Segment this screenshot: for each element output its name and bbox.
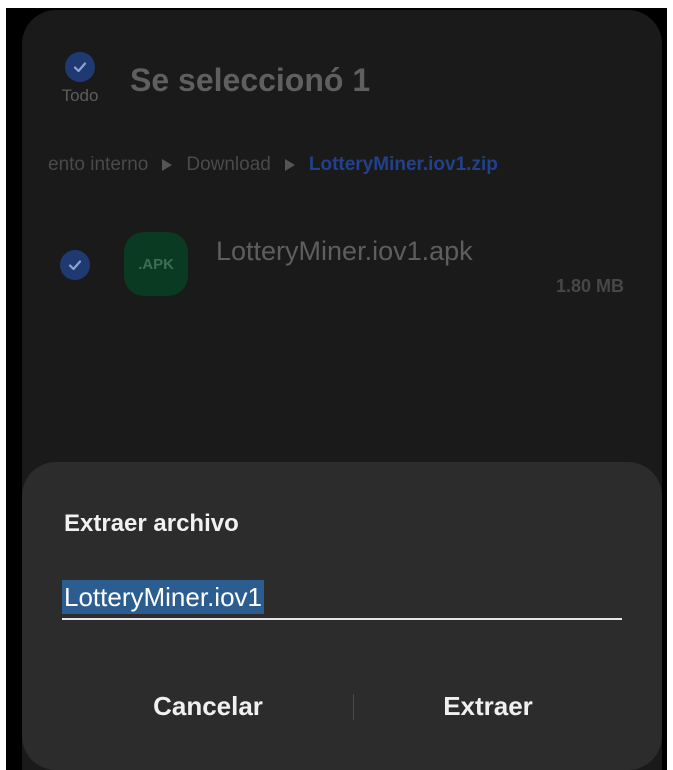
chevron-right-icon — [162, 159, 173, 171]
cancel-button[interactable]: Cancelar — [58, 686, 358, 726]
breadcrumb-item-internal-storage[interactable]: ento interno — [48, 154, 148, 176]
page-title: Se seleccionó 1 — [130, 62, 371, 98]
file-name: LotteryMiner.iov1.apk — [216, 236, 473, 266]
file-manager-screen: Todo Se seleccionó 1 ento interno Downlo… — [22, 10, 662, 770]
extract-button[interactable]: Extraer — [338, 686, 638, 726]
filename-input-value[interactable]: LotteryMiner.iov1 — [62, 580, 264, 614]
apk-file-icon: .APK — [124, 232, 188, 296]
selection-header: Todo Se seleccionó 1 — [22, 10, 662, 130]
filename-input[interactable]: LotteryMiner.iov1 — [62, 580, 622, 620]
chevron-right-icon — [284, 159, 295, 171]
list-item[interactable]: .APK LotteryMiner.iov1.apk 1.80 MB — [22, 224, 662, 314]
select-all-label: Todo — [61, 86, 99, 105]
select-all-toggle[interactable]: Todo — [50, 52, 110, 106]
dialog-actions: Cancelar Extraer — [22, 672, 662, 742]
breadcrumb-item-download[interactable]: Download — [186, 154, 271, 176]
breadcrumb: ento interno Download LotteryMiner.iov1.… — [48, 152, 498, 178]
extract-dialog: Extraer archivo LotteryMiner.iov1 Cancel… — [22, 462, 662, 770]
apk-icon-label: .APK — [138, 255, 174, 273]
checkmark-circle-icon[interactable] — [60, 250, 90, 280]
checkmark-circle-icon — [65, 52, 95, 82]
file-size: 1.80 MB — [555, 276, 624, 296]
breadcrumb-item-current[interactable]: LotteryMiner.iov1.zip — [309, 154, 498, 176]
dialog-title: Extraer archivo — [64, 510, 239, 537]
